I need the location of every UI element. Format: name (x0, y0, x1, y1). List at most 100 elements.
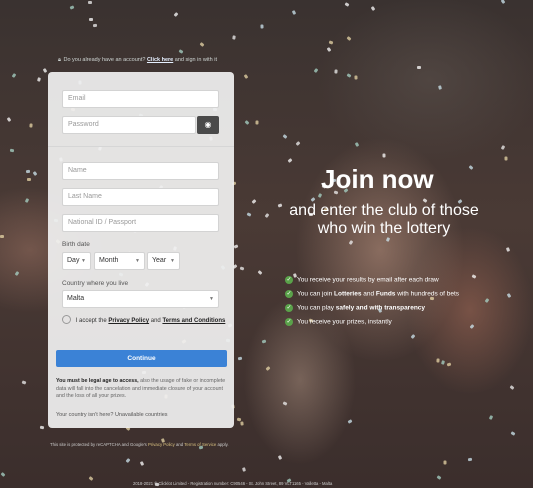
confetti-speck (354, 142, 360, 147)
confetti-speck (240, 421, 244, 426)
confetti-speck (295, 141, 301, 146)
confetti-speck (173, 12, 179, 17)
confetti-speck (265, 366, 271, 371)
country-label: Country where you live (62, 280, 129, 287)
confetti-speck (438, 85, 442, 90)
confetti-speck (287, 158, 293, 163)
confetti-speck (382, 153, 386, 158)
confetti-speck (446, 362, 452, 367)
name-field[interactable]: Name (62, 162, 219, 180)
legal-notice: You must be legal age to access, also th… (56, 378, 226, 399)
password-field[interactable]: Password (62, 116, 196, 134)
confetti-speck (69, 5, 75, 10)
confetti-speck (232, 35, 236, 40)
lock-icon: 🔒︎ (58, 57, 61, 63)
confetti-speck (257, 270, 263, 275)
confetti-speck (436, 358, 440, 363)
benefits-list: ✓ You receive your results by email after… (285, 276, 459, 332)
confetti-speck (506, 293, 512, 298)
chevron-down-icon: ▼ (81, 258, 86, 264)
confetti-speck (24, 198, 30, 203)
confetti-speck (42, 68, 48, 73)
confetti-speck (0, 235, 4, 238)
privacy-policy-link[interactable]: Privacy Policy (108, 318, 149, 324)
account-prompt: 🔒︎ Do you already have an account? Click… (58, 57, 217, 63)
national-id-field[interactable]: National ID / Passport (62, 214, 219, 232)
accept-terms-checkbox[interactable] (62, 315, 71, 324)
confetti-speck (25, 169, 31, 174)
section-divider (48, 146, 234, 147)
email-field[interactable]: Email (62, 90, 219, 108)
confetti-speck (291, 10, 297, 15)
confetti-speck (244, 120, 250, 125)
confetti-speck (251, 199, 257, 204)
confetti-speck (261, 339, 267, 344)
confetti-speck (6, 117, 12, 122)
confetti-speck (125, 458, 131, 463)
benefit-item: ✓ You receive your results by email after… (285, 276, 439, 284)
confetti-speck (467, 457, 473, 462)
confetti-speck (14, 271, 20, 276)
confetti-speck (26, 177, 32, 182)
confetti-speck (260, 24, 264, 29)
confetti-speck (488, 415, 494, 420)
confetti-speck (87, 0, 93, 5)
confetti-speck (282, 134, 288, 139)
confetti-speck (313, 68, 319, 73)
confetti-speck (410, 334, 416, 339)
confetti-speck (243, 74, 249, 79)
confetti-speck (510, 431, 516, 436)
check-icon: ✓ (285, 276, 293, 284)
confetti-speck (500, 0, 506, 4)
google-privacy-link[interactable]: Privacy Policy (148, 442, 175, 447)
confetti-speck (277, 455, 283, 460)
unavailable-countries-row: Your country isn't here? Unavailable cou… (56, 412, 168, 418)
benefit-item: ✓ You can play safely and with transparen… (285, 304, 426, 312)
check-icon: ✓ (285, 318, 293, 326)
confetti-speck (282, 401, 288, 406)
chevron-down-icon: ▼ (209, 296, 214, 302)
confetti-speck (255, 120, 259, 125)
country-select[interactable]: Malta ▼ (62, 290, 219, 308)
confetti-speck (504, 156, 508, 161)
confetti-speck (346, 73, 352, 78)
show-password-button[interactable]: ◉ (197, 116, 219, 134)
confetti-speck (471, 274, 477, 279)
google-terms-link[interactable]: Terms of Service (184, 442, 216, 447)
chevron-down-icon: ▼ (135, 258, 140, 264)
month-select[interactable]: Month ▼ (94, 252, 145, 270)
sign-in-link[interactable]: Click here (147, 57, 173, 63)
confetti-speck (440, 360, 446, 365)
confetti-speck (21, 380, 27, 385)
confetti-speck (326, 47, 332, 52)
continue-button[interactable]: Continue (56, 350, 227, 367)
day-select[interactable]: Day ▼ (62, 252, 91, 270)
confetti-speck (348, 240, 354, 245)
birth-date-label: Birth date (62, 241, 90, 248)
confetti-speck (32, 171, 38, 176)
confetti-speck (236, 417, 242, 422)
unavailable-countries-link[interactable]: Unavailable countries (115, 412, 168, 418)
benefit-item: ✓ You can join Lotteries and Funds with h… (285, 290, 460, 298)
year-select[interactable]: Year ▼ (147, 252, 180, 270)
confetti-speck (29, 123, 33, 128)
confetti-speck (436, 475, 442, 480)
eye-icon: ◉ (204, 120, 212, 129)
confetti-speck (233, 244, 239, 249)
confetti-speck (9, 148, 15, 153)
terms-link[interactable]: Terms and Conditions (162, 318, 225, 324)
confetti-speck (239, 266, 245, 271)
benefit-item: ✓ You receive your prizes, instantly (285, 318, 392, 326)
confetti-speck (417, 66, 421, 69)
confetti-speck (39, 425, 45, 430)
confetti-speck (334, 69, 338, 74)
check-icon: ✓ (285, 290, 293, 298)
confetti-speck (443, 460, 447, 465)
chevron-down-icon: ▼ (170, 258, 175, 264)
confetti-speck (199, 42, 205, 47)
confetti-speck (242, 467, 246, 472)
confetti-speck (246, 212, 252, 217)
confetti-speck (0, 472, 6, 477)
last-name-field[interactable]: Last Name (62, 188, 219, 206)
confetti-speck (344, 2, 350, 7)
